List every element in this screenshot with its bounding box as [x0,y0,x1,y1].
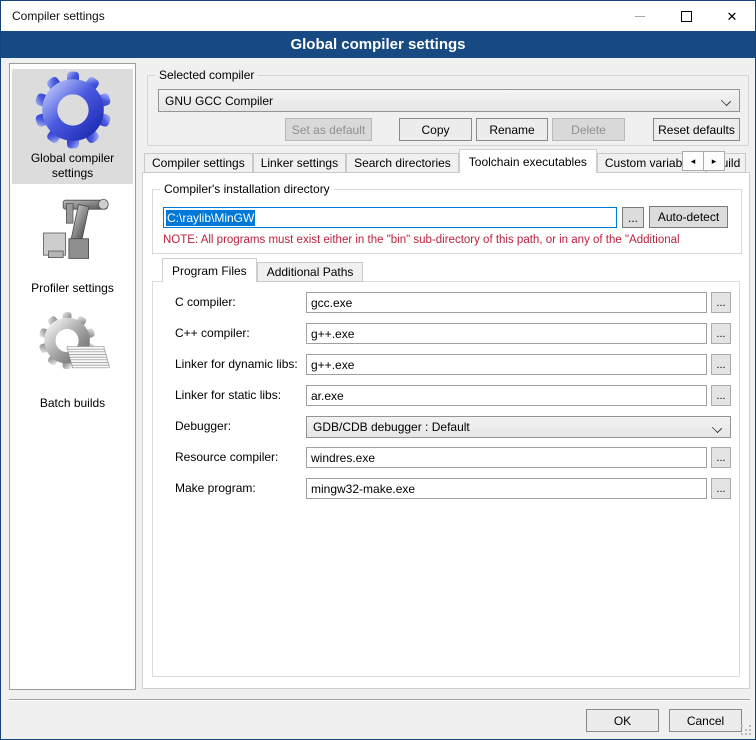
tab-additional-paths[interactable]: Additional Paths [257,262,364,282]
tab-toolchain-executables[interactable]: Toolchain executables [459,149,597,173]
selected-compiler-combobox[interactable]: GNU GCC Compiler [158,89,740,112]
sidebar-item-label: Global compiler settings [12,151,133,181]
tab-scroll-right-icon: ▸ [712,156,717,167]
minimize-icon [635,16,645,17]
tab-scrollers: ◂ ▸ [683,151,725,171]
chevron-down-icon [712,423,722,433]
debugger-label: Debugger: [175,419,231,434]
footer-divider [9,699,750,701]
selected-compiler-value: GNU GCC Compiler [165,94,273,108]
c-compiler-label: C compiler: [175,295,236,310]
cpp-compiler-input[interactable] [306,323,707,344]
set-as-default-button: Set as default [285,118,372,141]
sidebar-item-label: Profiler settings [31,281,114,296]
bin-subdirectory-note: NOTE: All programs must exist either in … [163,234,739,246]
make-program-browse-button[interactable]: ... [711,478,731,499]
compiler-settings-window: Compiler settings ✕ Global compiler sett… [0,0,756,740]
debugger-combobox[interactable]: GDB/CDB debugger : Default [306,416,731,438]
maximize-icon [681,11,692,22]
caliper-icon [31,184,115,281]
resource-compiler-label: Resource compiler: [175,450,278,465]
sidebar-item-profiler-settings[interactable]: Profiler settings [12,184,133,299]
installation-directory-group: Compiler's installation directory C:\ray… [152,189,742,254]
selected-compiler-legend: Selected compiler [155,68,258,83]
titlebar: Compiler settings ✕ [1,1,755,31]
installation-directory-value: C:\raylib\MinGW [166,210,255,226]
settings-sidebar: Global compiler settings Profiler settin… [9,63,136,690]
toolchain-sub-tab-strip: Program Files Additional Paths [162,260,363,282]
sidebar-item-label: Batch builds [40,396,105,411]
cpp-compiler-label: C++ compiler: [175,326,250,341]
delete-button: Delete [552,118,625,141]
sidebar-item-batch-builds[interactable]: Batch builds [12,299,133,414]
installation-directory-input[interactable]: C:\raylib\MinGW [163,207,617,228]
ok-button[interactable]: OK [586,709,659,732]
chevron-down-icon [721,96,731,106]
linker-dynamic-browse-button[interactable]: ... [711,354,731,375]
close-button[interactable]: ✕ [709,1,755,31]
linker-dynamic-label: Linker for dynamic libs: [175,357,298,372]
dialog-header: Global compiler settings [1,31,755,58]
tab-program-files[interactable]: Program Files [162,258,257,282]
linker-static-label: Linker for static libs: [175,388,281,403]
tab-scroll-left-button[interactable]: ◂ [682,151,704,171]
linker-static-input[interactable] [306,385,707,406]
tab-scroll-left-icon: ◂ [691,156,696,167]
c-compiler-browse-button[interactable]: ... [711,292,731,313]
resource-compiler-browse-button[interactable]: ... [711,447,731,468]
c-compiler-input[interactable] [306,292,707,313]
auto-detect-button[interactable]: Auto-detect [649,206,728,228]
cpp-compiler-browse-button[interactable]: ... [711,323,731,344]
tab-compiler-settings[interactable]: Compiler settings [144,153,253,173]
tab-linker-settings[interactable]: Linker settings [253,153,346,173]
tab-search-directories[interactable]: Search directories [346,153,459,173]
window-title: Compiler settings [12,9,105,23]
linker-static-browse-button[interactable]: ... [711,385,731,406]
program-files-panel: C compiler: ... C++ compiler: ... Linker… [152,281,740,677]
browse-directory-button[interactable]: ... [622,207,644,228]
toolchain-executables-page: Compiler's installation directory C:\ray… [142,172,750,689]
make-program-input[interactable] [306,478,707,499]
minimize-button[interactable] [617,1,663,31]
dialog-header-title: Global compiler settings [290,36,465,53]
blue-gear-icon [33,69,113,151]
rename-button[interactable]: Rename [476,118,548,141]
linker-dynamic-input[interactable] [306,354,707,375]
resize-grip[interactable] [741,725,743,727]
copy-button[interactable]: Copy [399,118,472,141]
main-tab-strip: Compiler settings Linker settings Search… [144,151,746,173]
gray-gear-stack-icon [30,299,116,396]
tab-scroll-right-button[interactable]: ▸ [703,151,725,171]
debugger-value: GDB/CDB debugger : Default [313,420,470,434]
close-icon: ✕ [727,10,738,23]
make-program-label: Make program: [175,481,256,496]
sidebar-item-global-compiler-settings[interactable]: Global compiler settings [12,69,133,184]
installation-directory-legend: Compiler's installation directory [160,182,334,197]
selected-compiler-group: Selected compiler GNU GCC Compiler Set a… [147,75,749,146]
maximize-button[interactable] [663,1,709,31]
resource-compiler-input[interactable] [306,447,707,468]
reset-defaults-button[interactable]: Reset defaults [653,118,740,141]
window-controls: ✕ [617,1,755,31]
cancel-button[interactable]: Cancel [669,709,742,732]
